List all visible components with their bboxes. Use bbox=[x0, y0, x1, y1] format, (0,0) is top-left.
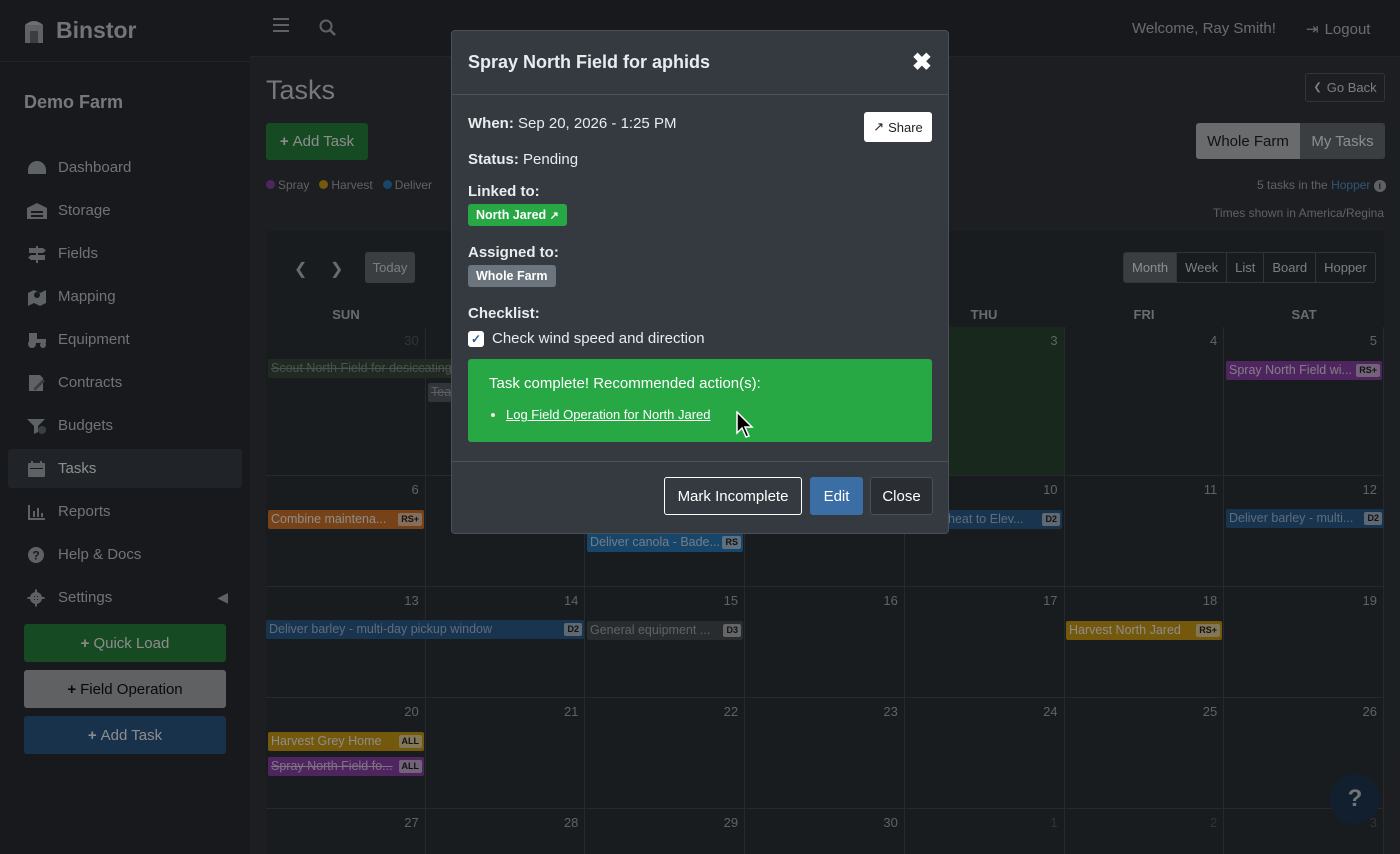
log-field-operation-link[interactable]: Log Field Operation for North Jared bbox=[506, 407, 711, 422]
status-value: Pending bbox=[523, 151, 579, 168]
share-button[interactable]: ↗ Share bbox=[864, 112, 932, 142]
share-icon: ↗ bbox=[873, 119, 885, 134]
modal-body: When: Sep 20, 2026 - 1:25 PM ↗ Share Stat… bbox=[452, 95, 948, 458]
checklist-text: Check wind speed and direction bbox=[492, 330, 705, 347]
modal-header: Spray North Field for aphids ✖ bbox=[452, 31, 948, 95]
mark-incomplete-button[interactable]: Mark Incomplete bbox=[664, 477, 802, 515]
task-complete-alert: Task complete! Recommended action(s): Lo… bbox=[468, 359, 932, 442]
close-button[interactable]: Close bbox=[870, 477, 933, 515]
status-label: Status: bbox=[468, 151, 519, 168]
checklist-item: ✓ Check wind speed and direction bbox=[468, 330, 932, 347]
task-modal: Spray North Field for aphids ✖ When: Sep… bbox=[451, 30, 949, 534]
external-link-icon: ↗ bbox=[549, 210, 559, 222]
assigned-badge: Whole Farm bbox=[468, 265, 556, 287]
linked-label: Linked to: bbox=[468, 183, 540, 200]
checklist-checkbox[interactable]: ✓ bbox=[468, 330, 484, 347]
complete-message: Task complete! Recommended action(s): bbox=[489, 375, 761, 392]
edit-button[interactable]: Edit bbox=[810, 477, 863, 515]
modal-title: Spray North Field for aphids bbox=[468, 52, 711, 72]
assigned-label: Assigned to: bbox=[468, 244, 559, 261]
close-icon[interactable]: ✖ bbox=[912, 48, 932, 77]
linked-badge[interactable]: North Jared ↗ bbox=[468, 204, 567, 226]
when-label: When: bbox=[468, 115, 514, 132]
modal-footer: Mark Incomplete Edit Close bbox=[452, 461, 948, 533]
when-value: Sep 20, 2026 - 1:25 PM bbox=[518, 115, 677, 132]
checklist-label: Checklist: bbox=[468, 305, 540, 322]
mouse-cursor-icon bbox=[736, 411, 754, 438]
